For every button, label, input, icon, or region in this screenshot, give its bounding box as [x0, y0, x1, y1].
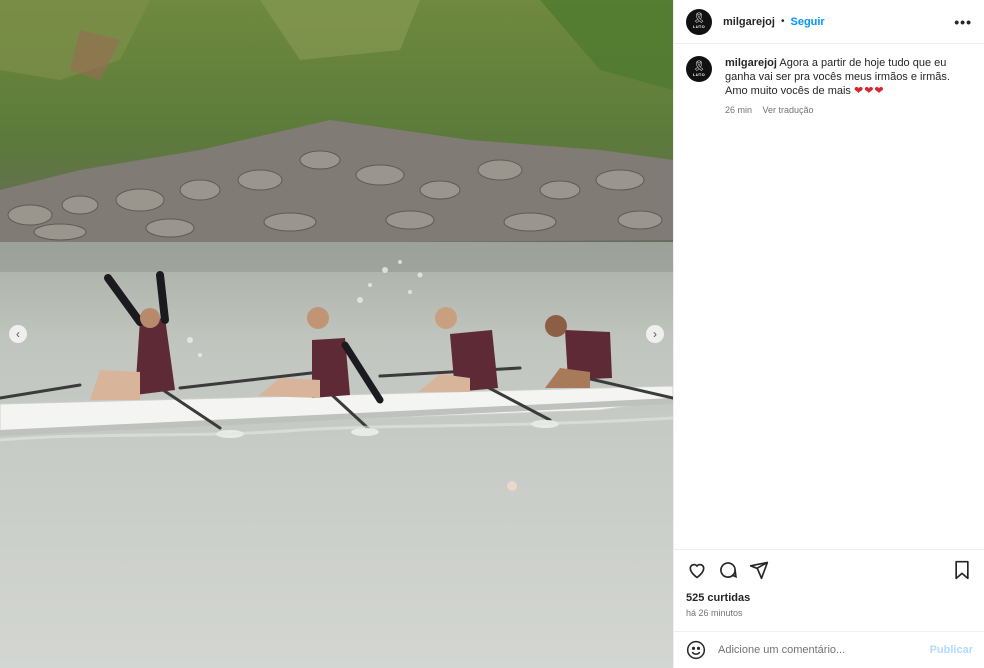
bookmark-icon[interactable]	[951, 559, 973, 581]
publish-button[interactable]: Publicar	[930, 644, 973, 656]
post-timestamp: há 26 minutos	[686, 608, 743, 618]
caption-username[interactable]: milgarejoj	[725, 57, 777, 69]
avatar-mark: LUTO	[692, 71, 705, 77]
rowing-photo	[0, 0, 673, 668]
action-icons	[674, 550, 984, 590]
avatar[interactable]: 🎗︎ LUTO	[686, 8, 712, 35]
carousel-next-button[interactable]: ›	[646, 325, 664, 343]
heart-emoji-icon: ❤❤❤	[854, 85, 885, 97]
caption-meta: 26 min Ver tradução	[725, 103, 965, 117]
caption: 🎗︎ LUTO milgarejoj Agora a partir de hoj…	[674, 44, 984, 117]
caption-avatar[interactable]: 🎗︎ LUTO	[686, 56, 712, 82]
comment-bar: Publicar	[674, 631, 984, 668]
post-header: 🎗︎ LUTO milgarejoj • Seguir •••	[674, 0, 984, 44]
heart-icon[interactable]	[686, 559, 708, 581]
mourning-ribbon-icon: 🎗︎	[692, 60, 706, 72]
carousel-prev-button[interactable]: ‹	[9, 325, 27, 343]
caption-body: milgarejoj Agora a partir de hoje tudo q…	[725, 56, 965, 117]
more-options-icon[interactable]: •••	[954, 14, 972, 30]
comment-icon[interactable]	[717, 559, 739, 581]
emoji-icon[interactable]	[686, 640, 706, 660]
mourning-ribbon-icon: 🎗︎	[692, 13, 706, 24]
see-translation-link[interactable]: Ver tradução	[763, 105, 814, 115]
post-photo[interactable]: ‹ ›	[0, 0, 673, 668]
avatar-mark: LUTO	[692, 24, 705, 29]
comment-input[interactable]	[718, 644, 930, 656]
share-icon[interactable]	[748, 559, 770, 581]
actions-bar: 525 curtidas há 26 minutos	[674, 549, 984, 618]
separator-dot: •	[780, 16, 785, 27]
caption-age: 26 min	[725, 105, 753, 115]
likes-count[interactable]: 525 curtidas	[674, 590, 984, 604]
follow-button[interactable]: Seguir	[790, 16, 824, 28]
post-sidebar: 🎗︎ LUTO milgarejoj • Seguir ••• 🎗︎ LUTO …	[673, 0, 984, 668]
username-link[interactable]: milgarejoj	[723, 16, 775, 28]
